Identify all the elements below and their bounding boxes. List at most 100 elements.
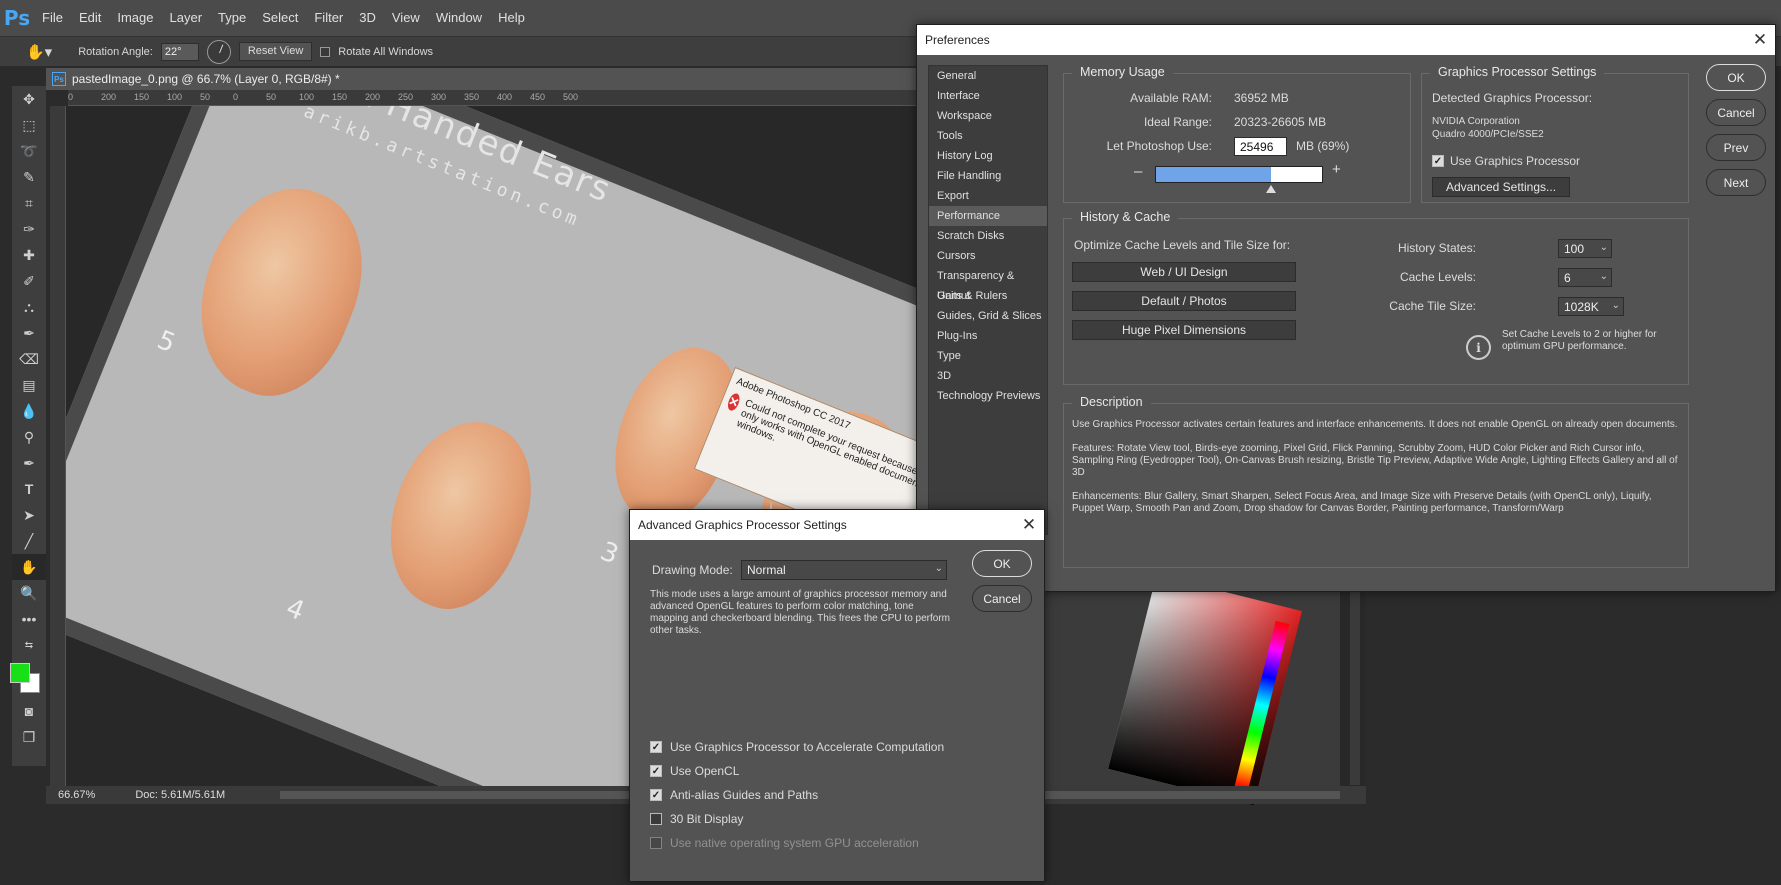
advanced-settings-button[interactable]: Advanced Settings... xyxy=(1432,177,1570,197)
advanced-checkbox-row[interactable]: ✓ Use OpenCL xyxy=(650,759,1030,783)
brush-tool-icon[interactable]: ✐ xyxy=(12,268,46,294)
memory-percent-label: MB (69%) xyxy=(1296,139,1350,153)
history-states-select[interactable]: 100 ⌄ xyxy=(1558,239,1612,258)
dodge-tool-icon[interactable]: ⚲ xyxy=(12,424,46,450)
next-button[interactable]: Next xyxy=(1706,169,1766,196)
blur-tool-icon[interactable]: 💧 xyxy=(12,398,46,424)
cancel-button[interactable]: Cancel xyxy=(1706,99,1766,126)
menu-select[interactable]: Select xyxy=(254,0,306,36)
vertical-scrollbar[interactable] xyxy=(1350,590,1360,785)
quick-select-tool-icon[interactable]: ✎ xyxy=(12,164,46,190)
advanced-checkbox-row[interactable]: 30 Bit Display xyxy=(650,807,1030,831)
healing-brush-tool-icon[interactable]: ✚ xyxy=(12,242,46,268)
reset-view-button[interactable]: Reset View xyxy=(238,42,313,61)
crop-tool-icon[interactable]: ⌗ xyxy=(12,190,46,216)
menu-3d[interactable]: 3D xyxy=(351,0,384,36)
checkbox[interactable]: ✓ xyxy=(650,765,662,777)
cache-tile-size-value: 1028K xyxy=(1564,299,1599,314)
preferences-nav-3d[interactable]: 3D xyxy=(929,366,1047,386)
preferences-nav-cursors[interactable]: Cursors xyxy=(929,246,1047,266)
menu-help[interactable]: Help xyxy=(490,0,533,36)
close-icon[interactable]: ✕ xyxy=(1014,510,1044,540)
history-brush-tool-icon[interactable]: ✒ xyxy=(12,320,46,346)
checkbox[interactable]: ✓ xyxy=(650,741,662,753)
preferences-nav-scratch-disks[interactable]: Scratch Disks xyxy=(929,226,1047,246)
preferences-nav-workspace[interactable]: Workspace xyxy=(929,106,1047,126)
menu-type[interactable]: Type xyxy=(210,0,254,36)
eyedropper-tool-icon[interactable]: ✑ xyxy=(12,216,46,242)
lasso-tool-icon[interactable]: ➰ xyxy=(12,138,46,164)
history-cache-group: History & Cache Optimize Cache Levels an… xyxy=(1063,210,1689,385)
huge-pixel-dimensions-button[interactable]: Huge Pixel Dimensions xyxy=(1072,320,1296,340)
preferences-nav-guides-grid-slices[interactable]: Guides, Grid & Slices xyxy=(929,306,1047,326)
preferences-nav-technology-previews[interactable]: Technology Previews xyxy=(929,386,1047,406)
menu-filter[interactable]: Filter xyxy=(306,0,351,36)
memory-slider[interactable] xyxy=(1155,166,1323,193)
preferences-nav-general[interactable]: General xyxy=(929,66,1047,86)
preferences-nav-units-rulers[interactable]: Units & Rulers xyxy=(929,286,1047,306)
cancel-button[interactable]: Cancel xyxy=(972,585,1032,612)
preferences-nav-file-handling[interactable]: File Handling xyxy=(929,166,1047,186)
advanced-checkbox-row[interactable]: ✓ Use Graphics Processor to Accelerate Co… xyxy=(650,735,1030,759)
checkbox[interactable]: ✓ xyxy=(650,789,662,801)
memory-slider-thumb[interactable] xyxy=(1265,185,1276,193)
preferences-nav-interface[interactable]: Interface xyxy=(929,86,1047,106)
path-select-tool-icon[interactable]: ➤ xyxy=(12,502,46,528)
ok-button[interactable]: OK xyxy=(1706,64,1766,91)
move-tool-icon[interactable]: ✥ xyxy=(12,86,46,112)
close-icon[interactable]: ✕ xyxy=(1745,25,1775,55)
prev-button[interactable]: Prev xyxy=(1706,134,1766,161)
foreground-color-swatch[interactable] xyxy=(10,663,30,683)
rotation-dial[interactable] xyxy=(206,39,231,64)
menu-image[interactable]: Image xyxy=(109,0,161,36)
memory-amount-input[interactable]: 25496 xyxy=(1234,137,1287,156)
document-tab[interactable]: Ps pastedImage_0.png @ 66.7% (Layer 0, R… xyxy=(46,68,916,90)
drawing-mode-select[interactable]: Normal ⌄ xyxy=(741,560,947,580)
preferences-nav-tools[interactable]: Tools xyxy=(929,126,1047,146)
menu-window[interactable]: Window xyxy=(428,0,490,36)
preferences-nav-plug-ins[interactable]: Plug-Ins xyxy=(929,326,1047,346)
preferences-nav-export[interactable]: Export xyxy=(929,186,1047,206)
marquee-tool-icon[interactable]: ⬚ xyxy=(12,112,46,138)
rotate-all-windows-checkbox[interactable] xyxy=(320,46,331,57)
cache-tile-size-select[interactable]: 1028K ⌄ xyxy=(1558,297,1624,316)
zoom-tool-icon[interactable]: 🔍 xyxy=(12,580,46,606)
use-gpu-checkbox[interactable]: ✓ xyxy=(1432,155,1444,167)
line-tool-icon[interactable]: ╱ xyxy=(12,528,46,554)
ok-button[interactable]: OK xyxy=(972,550,1032,577)
cache-levels-select[interactable]: 6 ⌄ xyxy=(1558,268,1612,287)
menu-edit[interactable]: Edit xyxy=(71,0,109,36)
default-photos-button[interactable]: Default / Photos xyxy=(1072,291,1296,311)
rotate-view-tool-icon[interactable]: ✋ xyxy=(12,554,46,580)
swap-colors-icon[interactable]: ⇆ xyxy=(12,632,46,658)
decrease-memory-button[interactable]: – xyxy=(1134,163,1142,180)
menu-view[interactable]: View xyxy=(384,0,428,36)
screen-mode-icon[interactable]: ❐ xyxy=(12,724,46,750)
eraser-tool-icon[interactable]: ⌫ xyxy=(12,346,46,372)
info-icon: i xyxy=(1466,335,1491,360)
clone-stamp-tool-icon[interactable]: ⛬ xyxy=(12,294,46,320)
zoom-level[interactable]: 66.67% xyxy=(58,789,95,801)
drawing-mode-value: Normal xyxy=(747,563,786,577)
web-ui-design-button[interactable]: Web / UI Design xyxy=(1072,262,1296,282)
more-tools-icon[interactable]: ••• xyxy=(12,606,46,632)
preferences-nav-type[interactable]: Type xyxy=(929,346,1047,366)
ruler-tick-label: 500 xyxy=(563,92,579,102)
cache-levels-value: 6 xyxy=(1564,270,1571,285)
preferences-nav-performance[interactable]: Performance xyxy=(929,206,1047,226)
cache-levels-label: Cache Levels: xyxy=(1399,270,1476,284)
type-tool-icon[interactable]: T xyxy=(12,476,46,502)
preferences-nav-history-log[interactable]: History Log xyxy=(929,146,1047,166)
menu-file[interactable]: File xyxy=(34,0,71,36)
checkbox-label: Use native operating system GPU accelera… xyxy=(670,836,919,850)
pen-tool-icon[interactable]: ✒ xyxy=(12,450,46,476)
menu-layer[interactable]: Layer xyxy=(162,0,211,36)
advanced-checkbox-row[interactable]: ✓ Anti-alias Guides and Paths xyxy=(650,783,1030,807)
checkbox[interactable] xyxy=(650,813,662,825)
quick-mask-icon[interactable]: ◙ xyxy=(12,698,46,724)
gradient-tool-icon[interactable]: ▤ xyxy=(12,372,46,398)
preferences-nav-transparency-gamut[interactable]: Transparency & Gamut xyxy=(929,266,1047,302)
rotate-view-tool-icon[interactable]: ✋▾ xyxy=(26,43,52,61)
increase-memory-button[interactable]: + xyxy=(1332,161,1341,178)
rotation-angle-input[interactable]: 22° xyxy=(160,42,199,61)
